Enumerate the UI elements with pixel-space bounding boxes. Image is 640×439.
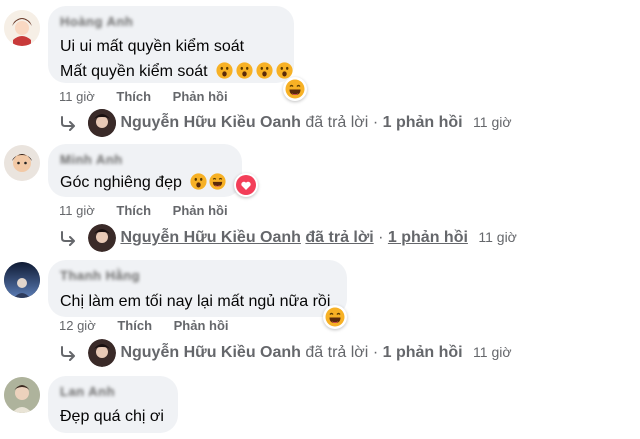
replier-avatar: [88, 108, 117, 137]
replier-name[interactable]: Nguyễn Hữu Kiều Oanh: [120, 114, 300, 131]
love-heart-icon: [236, 175, 256, 195]
reply-button[interactable]: Phản hồi: [173, 88, 228, 106]
reaction-badge[interactable]: [283, 77, 307, 101]
comment-bubble: Lan Anh Đẹp quá chị ơi: [48, 376, 178, 433]
laughing-face-icon: [325, 307, 345, 327]
reply-time: 11 giờ: [473, 114, 512, 130]
avatar[interactable]: [4, 377, 40, 413]
like-button[interactable]: Thích: [116, 88, 151, 106]
reaction-badge[interactable]: [234, 173, 258, 197]
comment-actions: 11 giờ Thích Phản hồi: [59, 202, 246, 220]
comment-author[interactable]: Hoàng Anh: [60, 14, 282, 30]
reply-button[interactable]: Phản hồi: [174, 317, 229, 335]
reply-time: 11 giờ: [478, 229, 517, 245]
reply-count[interactable]: 1 phản hồi: [383, 114, 463, 131]
replier-name[interactable]: Nguyễn Hữu Kiều Oanh: [120, 344, 300, 361]
astonished-face-icon: [236, 62, 253, 79]
reply-verb: đã trả lời: [305, 344, 369, 361]
astonished-face-icon: [256, 62, 273, 79]
astonished-face-icon: [216, 62, 233, 79]
comment-bubble: Hoàng Anh Ui ui mất quyền kiểm soát Mất …: [48, 6, 294, 83]
comment-text: Chị làm em tối nay lại mất ngủ nữa rồi: [60, 293, 331, 310]
replier-name[interactable]: Nguyễn Hữu Kiều Oanh: [120, 229, 300, 246]
reply-arrow-icon: [61, 345, 75, 361]
comment-line: Mất quyền kiểm soát: [60, 58, 282, 85]
comment-time[interactable]: 12 giờ: [59, 317, 96, 335]
separator: ·: [378, 229, 384, 246]
separator: ·: [372, 114, 379, 131]
avatar[interactable]: [4, 10, 40, 46]
rolling-laughing-icon: [209, 173, 226, 190]
comment-text: Ui ui mất quyền kiểm soát Mất quyền kiểm…: [60, 33, 282, 85]
view-replies-link[interactable]: Nguyễn Hữu Kiều Oanh đã trả lời · 1 phản…: [58, 106, 512, 138]
reply-button[interactable]: Phản hồi: [173, 202, 228, 220]
comment-text: Đẹp quá chị ơi: [60, 408, 164, 425]
reply-count[interactable]: 1 phản hồi: [383, 344, 463, 361]
comment-author[interactable]: Minh Anh: [60, 152, 230, 168]
reply-time: 11 giờ: [473, 344, 512, 360]
comment-actions: 11 giờ Thích Phản hồi: [59, 88, 246, 106]
laughing-face-icon: [285, 79, 305, 99]
comment-time[interactable]: 11 giờ: [59, 88, 95, 106]
laughing-emojis-icon: [190, 173, 207, 190]
separator: ·: [372, 344, 379, 361]
reply-verb: đã trả lời: [305, 114, 369, 131]
reply-arrow-icon: [61, 230, 75, 246]
replier-avatar: [88, 338, 117, 367]
comment-bubble: Thanh Hằng Chị làm em tối nay lại mất ng…: [48, 260, 347, 317]
comment-author[interactable]: Lan Anh: [60, 384, 166, 400]
reply-arrow-icon: [61, 115, 75, 131]
comment-actions: 12 giờ Thích Phản hồi: [59, 317, 247, 335]
reply-count[interactable]: 1 phản hồi: [388, 229, 468, 246]
reply-verb: đã trả lời: [305, 229, 374, 246]
replier-avatar: [88, 223, 117, 252]
reaction-badge[interactable]: [323, 305, 347, 329]
comment-text: Góc nghiêng đẹp: [60, 169, 230, 196]
view-replies-link[interactable]: Nguyễn Hữu Kiều Oanh đã trả lời · 1 phản…: [58, 336, 512, 368]
view-replies-link[interactable]: Nguyễn Hữu Kiều Oanh đã trả lời · 1 phản…: [58, 221, 517, 253]
like-button[interactable]: Thích: [116, 202, 151, 220]
comment-time[interactable]: 11 giờ: [59, 202, 95, 220]
avatar[interactable]: [4, 145, 40, 181]
comment-bubble: Minh Anh Góc nghiêng đẹp: [48, 144, 242, 197]
like-button[interactable]: Thích: [117, 317, 152, 335]
comment-author[interactable]: Thanh Hằng: [60, 268, 335, 284]
avatar[interactable]: [4, 262, 40, 298]
comment-line: Ui ui mất quyền kiểm soát: [60, 38, 245, 55]
